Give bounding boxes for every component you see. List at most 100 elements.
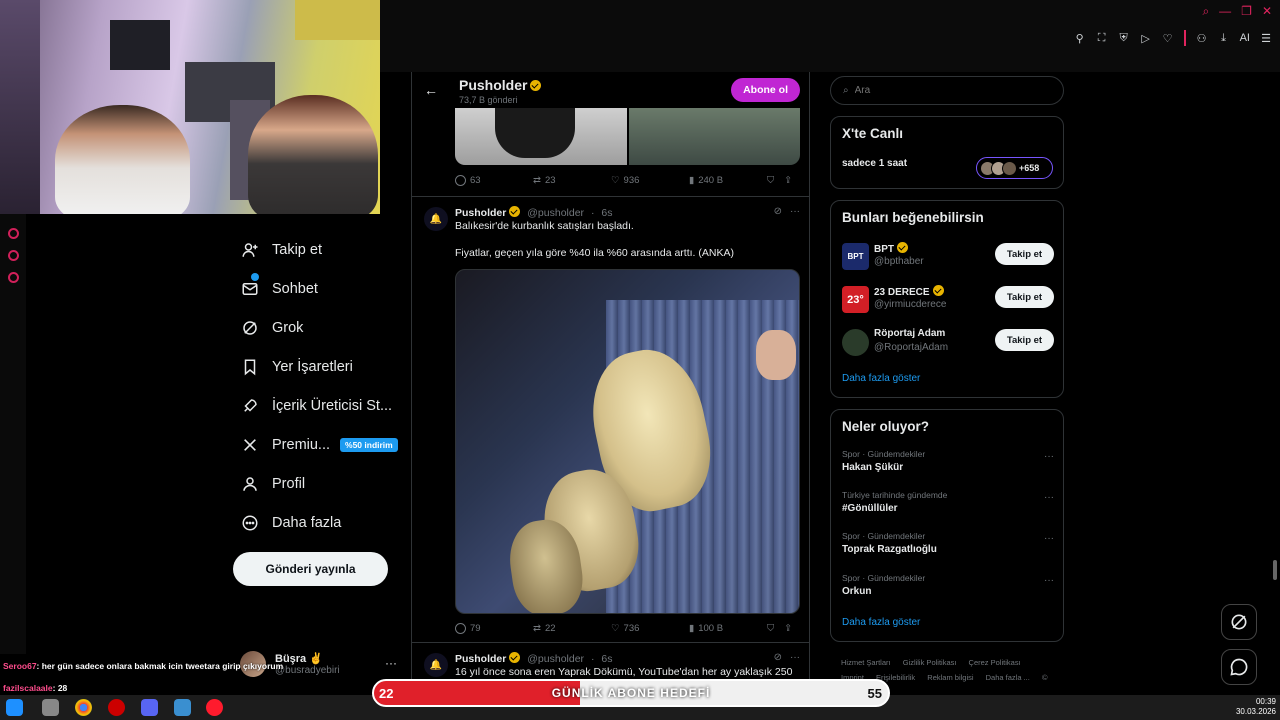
- show-more-link[interactable]: Daha fazla göster: [842, 617, 920, 628]
- search-icon[interactable]: ⌕: [1202, 4, 1209, 19]
- follow-button[interactable]: Takip et: [995, 243, 1054, 265]
- sidebar-nav: Takip et Sohbet Grok Yer İşaretleri İçer…: [232, 230, 402, 542]
- ai-icon[interactable]: AI: [1240, 32, 1250, 44]
- live-duration: sadece 1 saat: [842, 158, 908, 169]
- grok-fab[interactable]: [1221, 604, 1257, 640]
- previous-tweet-media[interactable]: [455, 108, 800, 165]
- trend-item[interactable]: Türkiye tarihinde gündemde #Gönüllüler ·…: [842, 490, 1054, 514]
- reply-button[interactable]: 63: [455, 175, 533, 186]
- footer-link[interactable]: Reklam bilgisi: [927, 673, 973, 682]
- reply-button[interactable]: 79: [455, 623, 533, 634]
- subscribe-button[interactable]: Abone ol: [731, 78, 800, 102]
- bookmark-button[interactable]: ⛉: [767, 623, 774, 634]
- bookmark-button[interactable]: ⛉: [767, 175, 774, 186]
- more-icon[interactable]: ···: [1044, 533, 1054, 544]
- post-button[interactable]: Gönderi yayınla: [233, 552, 388, 586]
- live-listeners[interactable]: +658: [976, 157, 1053, 179]
- follow-button[interactable]: Takip et: [995, 329, 1054, 351]
- add-user-icon: [240, 240, 260, 260]
- follow-suggestion[interactable]: BPT BPT @bpthaber Takip et: [842, 239, 1054, 275]
- nav-item-bookmarks[interactable]: Yer İşaretleri: [232, 347, 402, 386]
- search-field[interactable]: [854, 85, 1035, 96]
- heart-icon[interactable]: ♡: [1162, 32, 1174, 45]
- messages-fab[interactable]: [1221, 649, 1257, 685]
- box-icon[interactable]: ⚇: [1196, 32, 1208, 45]
- footer-link[interactable]: Gizlilik Politikası: [903, 658, 957, 667]
- verified-icon: [932, 285, 944, 296]
- discord-icon[interactable]: [141, 699, 158, 716]
- app-icon[interactable]: [174, 699, 191, 716]
- system-clock[interactable]: 00:39 30.03.2026: [1236, 697, 1276, 717]
- tweet[interactable]: 🔔 Pusholder @pusholder · 6s ⊘ ··· 16 yıl…: [412, 642, 809, 684]
- nav-item-more[interactable]: Daha fazla: [232, 503, 402, 542]
- follow-button[interactable]: Takip et: [995, 286, 1054, 308]
- opera-icon[interactable]: [206, 699, 223, 716]
- search-input[interactable]: ⌕: [830, 76, 1064, 105]
- app-icon[interactable]: [108, 699, 125, 716]
- repost-button[interactable]: ⇄ 22: [533, 623, 611, 634]
- bell-icon[interactable]: 🔔: [424, 207, 448, 231]
- menu-icon[interactable]: ☰: [1260, 32, 1272, 45]
- views-button[interactable]: ▮ 100 B: [689, 623, 767, 634]
- windows-icon[interactable]: [6, 699, 23, 716]
- grok-icon[interactable]: ⊘: [774, 206, 782, 217]
- bell-icon[interactable]: 🔔: [424, 653, 448, 677]
- follow-suggestion[interactable]: 23° 23 DERECE @yirmiucderece Takip et: [842, 282, 1054, 318]
- more-icon[interactable]: ···: [790, 206, 800, 217]
- nav-item-profile[interactable]: Profil: [232, 464, 402, 503]
- like-button[interactable]: ♡ 736: [611, 623, 689, 634]
- footer-link[interactable]: Hizmet Şartları: [841, 658, 891, 667]
- like-button[interactable]: ♡ 936: [611, 175, 689, 186]
- nav-label: Profil: [272, 475, 306, 492]
- settings-icon[interactable]: [8, 272, 19, 283]
- grok-icon[interactable]: ⊘: [774, 652, 782, 663]
- nav-item-follow[interactable]: Takip et: [232, 230, 402, 269]
- tweet[interactable]: 🔔 Pusholder @pusholder · 6s ⊘ ··· Balıke…: [412, 196, 809, 641]
- author-name[interactable]: Pusholder: [455, 207, 506, 219]
- more-icon[interactable]: ···: [1044, 451, 1054, 462]
- views-button[interactable]: ▮ 240 B: [689, 175, 767, 186]
- minimize-icon[interactable]: —: [1219, 4, 1231, 19]
- share-button[interactable]: ⇪: [784, 623, 792, 634]
- chat-icon[interactable]: [8, 250, 19, 261]
- close-icon[interactable]: ✕: [1262, 4, 1272, 19]
- download-icon[interactable]: ⤓: [1218, 32, 1230, 45]
- back-arrow-icon[interactable]: ←: [424, 82, 438, 98]
- verified-icon: [530, 80, 542, 91]
- clock-time: 00:39: [1255, 697, 1276, 706]
- chrome-icon[interactable]: [75, 699, 92, 716]
- trend-item[interactable]: Spor · Gündemdekiler Toprak Razgatlıoğlu…: [842, 531, 1054, 555]
- nav-item-premium[interactable]: Premiu... %50 indirim: [232, 425, 402, 464]
- footer-link[interactable]: Daha fazla ...: [986, 673, 1030, 682]
- show-more-link[interactable]: Daha fazla göster: [842, 373, 920, 384]
- more-icon[interactable]: ···: [385, 656, 397, 670]
- nav-item-grok[interactable]: Grok: [232, 308, 402, 347]
- app-icon[interactable]: [42, 699, 59, 716]
- more-icon[interactable]: ···: [1044, 575, 1054, 586]
- follow-suggestion[interactable]: Röportaj Adam @RoportajAdam Takip et: [842, 325, 1054, 361]
- media-image[interactable]: [628, 108, 800, 165]
- tweet-photo[interactable]: [455, 269, 800, 614]
- more-icon[interactable]: ···: [790, 652, 800, 663]
- nav-item-creator-studio[interactable]: İçerik Üreticisi St...: [232, 386, 402, 425]
- play-icon[interactable]: ▷: [1140, 32, 1152, 45]
- media-image[interactable]: [455, 108, 627, 165]
- footer-link[interactable]: Çerez Politikası: [969, 658, 1021, 667]
- repost-count: 22: [544, 623, 556, 634]
- nav-item-chat[interactable]: Sohbet: [232, 269, 402, 308]
- share-button[interactable]: ⇪: [784, 175, 792, 186]
- screenshot-icon[interactable]: ⛶: [1096, 32, 1108, 45]
- author-name[interactable]: Pusholder: [455, 653, 506, 665]
- timestamp[interactable]: 6s: [601, 653, 612, 665]
- clock-icon[interactable]: [8, 228, 19, 239]
- trend-item[interactable]: Spor · Gündemdekiler Orkun ···: [842, 573, 1054, 597]
- author-handle: @pusholder: [527, 207, 585, 219]
- pin-icon[interactable]: ⚲: [1074, 32, 1086, 45]
- trend-item[interactable]: Spor · Gündemdekiler Hakan Şükür ···: [842, 449, 1054, 473]
- repost-button[interactable]: ⇄ 23: [533, 175, 611, 186]
- restore-icon[interactable]: ❐: [1241, 4, 1252, 19]
- scrollbar[interactable]: [1273, 560, 1277, 580]
- timestamp[interactable]: 6s: [601, 207, 612, 219]
- more-icon[interactable]: ···: [1044, 492, 1054, 503]
- shield-icon[interactable]: ⛨: [1118, 32, 1130, 45]
